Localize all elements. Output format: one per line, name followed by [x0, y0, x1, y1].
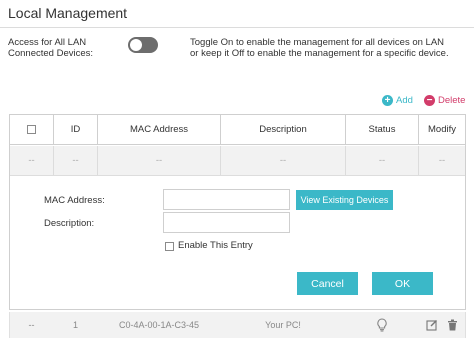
device-table: ID MAC Address Description Status Modify…	[9, 114, 466, 310]
select-all-checkbox[interactable]	[27, 125, 36, 134]
row-status	[346, 312, 418, 338]
enable-entry-checkbox[interactable]	[165, 242, 174, 251]
toggle-knob	[130, 39, 142, 51]
empty-cell: --	[155, 155, 163, 166]
trash-icon[interactable]	[446, 319, 459, 332]
description-label: Description:	[44, 218, 95, 229]
plus-circle-icon: +	[382, 95, 393, 106]
row-select: --	[28, 320, 35, 330]
header-description: Description	[259, 124, 307, 135]
mac-address-label: MAC Address:	[44, 195, 105, 206]
page-title: Local Management	[8, 5, 128, 21]
table-header-row: ID MAC Address Description Status Modify	[10, 115, 465, 145]
header-mac: MAC Address	[129, 124, 189, 135]
select-all-cell	[10, 115, 53, 144]
view-existing-devices-button[interactable]: View Existing Devices	[296, 190, 393, 210]
empty-cell: --	[279, 155, 287, 166]
access-all-toggle[interactable]	[128, 37, 158, 53]
title-divider	[0, 27, 474, 28]
header-modify: Modify	[428, 124, 456, 135]
empty-cell: --	[72, 155, 79, 166]
add-button[interactable]: + Add	[382, 95, 413, 106]
delete-label: Delete	[438, 95, 466, 106]
empty-cell: --	[28, 155, 35, 166]
delete-button[interactable]: − Delete	[424, 95, 465, 106]
access-all-description: Toggle On to enable the management for a…	[190, 37, 449, 59]
minus-circle-icon: −	[424, 95, 435, 106]
new-entry-row: -- -- -- -- -- --	[10, 146, 465, 176]
mac-address-input[interactable]	[163, 189, 290, 210]
lightbulb-icon[interactable]	[376, 318, 389, 332]
enable-entry-label: Enable This Entry	[178, 240, 253, 251]
description-input[interactable]	[163, 212, 290, 233]
cancel-button[interactable]: Cancel	[297, 272, 358, 295]
row-description: Your PC!	[265, 320, 301, 330]
table-row: -- 1 C0-4A-00-1A-C3-45 Your PC!	[9, 312, 466, 338]
empty-cell: --	[438, 155, 446, 166]
row-id: 1	[72, 320, 78, 330]
edit-icon[interactable]	[425, 319, 438, 332]
add-label: Add	[396, 95, 413, 106]
ok-button[interactable]: OK	[372, 272, 433, 295]
header-id: ID	[70, 124, 81, 135]
row-modify	[419, 312, 465, 338]
empty-cell: --	[378, 155, 386, 166]
row-mac: C0-4A-00-1A-C3-45	[118, 320, 200, 330]
access-all-label: Access for All LAN Connected Devices:	[8, 37, 94, 59]
header-status: Status	[368, 124, 396, 135]
